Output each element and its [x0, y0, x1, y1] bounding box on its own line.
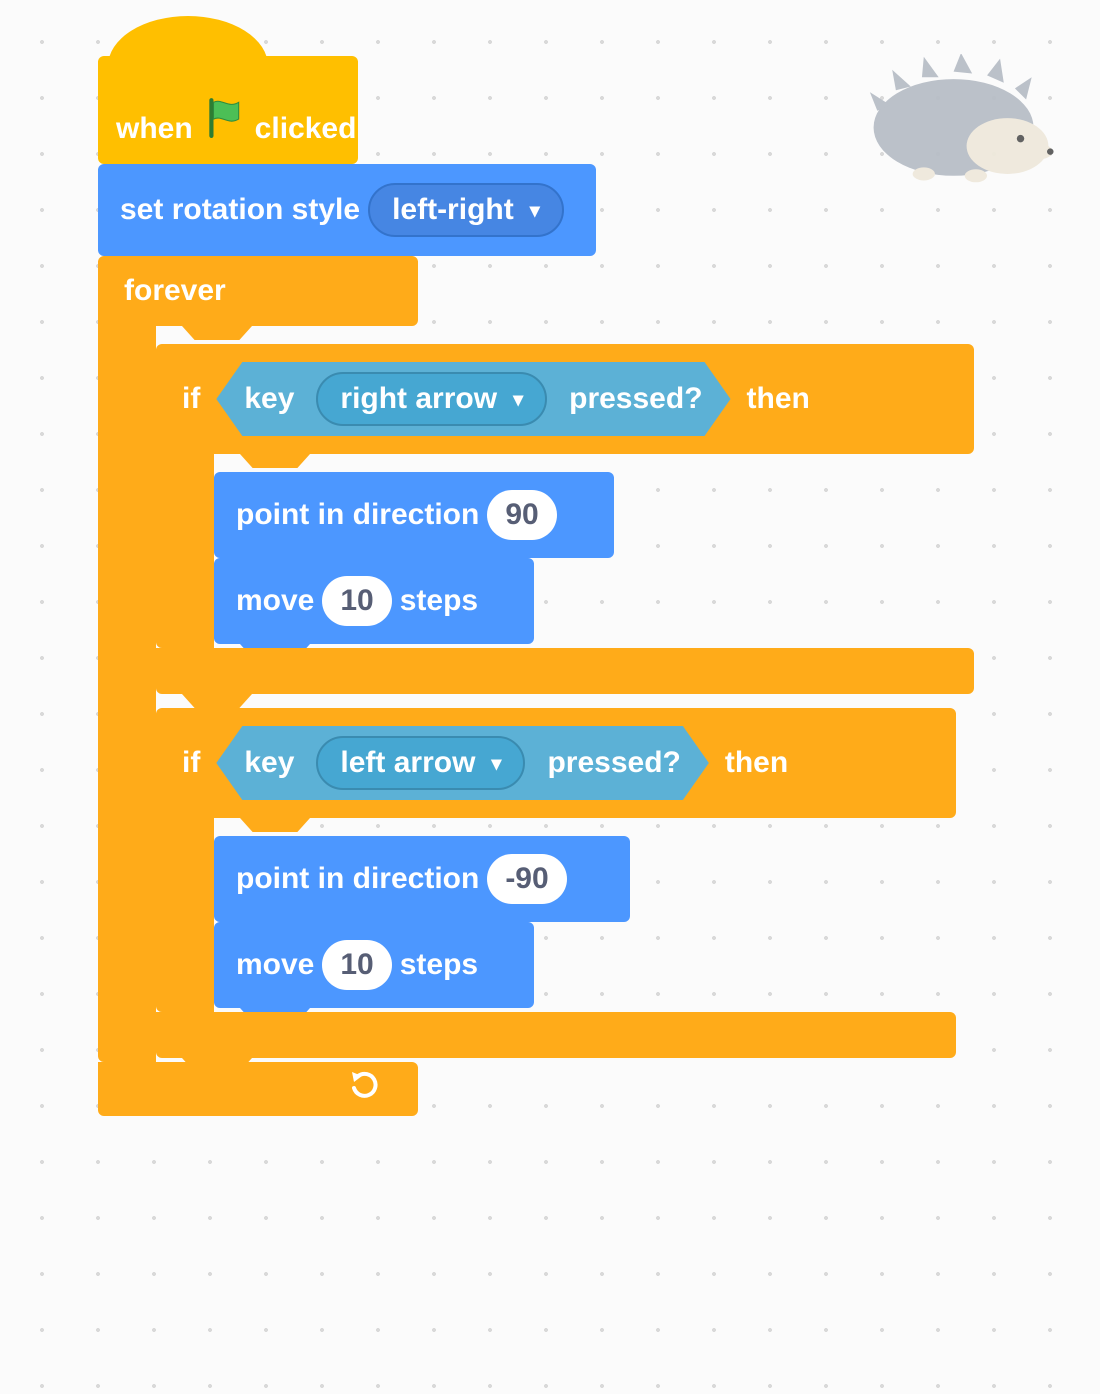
block-if-left[interactable]: if key left arrow ▾ pressed? then: [156, 708, 956, 1058]
steps-value-left: 10: [340, 948, 373, 982]
chevron-down-icon: ▾: [491, 751, 501, 776]
steps-input-right[interactable]: 10: [322, 576, 391, 626]
if-right-body: point in direction 90 move 10 step: [214, 454, 974, 648]
hat-clicked-label: clicked: [255, 112, 357, 146]
rotation-style-dropdown[interactable]: left-right ▾: [368, 183, 564, 237]
block-set-rotation-style[interactable]: set rotation style left-right ▾: [98, 164, 596, 256]
key-left-value: left arrow: [340, 746, 475, 780]
hat-when-label: when: [116, 112, 193, 146]
point-direction-label: point in direction: [236, 498, 479, 532]
steps-input-left[interactable]: 10: [322, 940, 391, 990]
key-label: key: [244, 382, 294, 416]
direction-input-left[interactable]: -90: [487, 854, 566, 904]
if-left-body: point in direction -90 move 10 ste: [214, 818, 956, 1012]
point-direction-label-2: point in direction: [236, 862, 479, 896]
if-right-footer: [156, 648, 974, 694]
block-move-right[interactable]: move 10 steps: [214, 558, 534, 644]
pressed-label-2: pressed?: [547, 746, 680, 780]
forever-body: if key right arrow ▾ pressed? then: [156, 326, 974, 1062]
chevron-down-icon: ▾: [530, 198, 540, 223]
green-flag-icon: [203, 96, 245, 146]
steps-value-right: 10: [340, 584, 373, 618]
direction-input-right[interactable]: 90: [487, 490, 556, 540]
if-right-header: if key right arrow ▾ pressed? then: [156, 344, 974, 454]
pressed-label: pressed?: [569, 382, 702, 416]
block-if-right[interactable]: if key right arrow ▾ pressed? then: [156, 344, 974, 694]
if-left-arm: [156, 818, 214, 1012]
block-point-direction-right[interactable]: point in direction 90: [214, 472, 614, 558]
then-label: then: [747, 382, 810, 416]
direction-value-left: -90: [505, 862, 548, 896]
if-label-2: if: [182, 746, 200, 780]
move-prefix-2: move: [236, 948, 314, 982]
sensing-key-pressed-left[interactable]: key left arrow ▾ pressed?: [216, 726, 709, 800]
move-suffix: steps: [400, 584, 478, 618]
sprite-hedgehog-icon: [868, 54, 1054, 186]
rotation-style-value: left-right: [392, 193, 514, 227]
sensing-key-pressed-right[interactable]: key right arrow ▾ pressed?: [216, 362, 730, 436]
key-label-2: key: [244, 746, 294, 780]
forever-label: forever: [124, 274, 226, 308]
block-move-left[interactable]: move 10 steps: [214, 922, 534, 1008]
move-prefix: move: [236, 584, 314, 618]
hat-when-flag-clicked[interactable]: when clicked: [98, 56, 358, 164]
forever-footer: [98, 1062, 418, 1116]
if-right-arm: [156, 454, 214, 648]
direction-value-right: 90: [505, 498, 538, 532]
if-label: if: [182, 382, 200, 416]
repeat-icon: [348, 1068, 382, 1106]
set-rotation-label: set rotation style: [120, 193, 360, 227]
key-left-dropdown[interactable]: left arrow ▾: [316, 736, 525, 790]
key-right-dropdown[interactable]: right arrow ▾: [316, 372, 547, 426]
move-suffix-2: steps: [400, 948, 478, 982]
chevron-down-icon: ▾: [513, 387, 523, 412]
script-stack: when clicked set rotation style left-rig…: [98, 56, 928, 1116]
if-left-footer: [156, 1012, 956, 1058]
forever-header: forever: [98, 256, 418, 326]
if-left-header: if key left arrow ▾ pressed? then: [156, 708, 956, 818]
then-label-2: then: [725, 746, 788, 780]
forever-arm: [98, 326, 156, 1062]
block-forever[interactable]: forever if key right arrow ▾ pre: [98, 256, 928, 1116]
key-right-value: right arrow: [340, 382, 497, 416]
block-point-direction-left[interactable]: point in direction -90: [214, 836, 630, 922]
